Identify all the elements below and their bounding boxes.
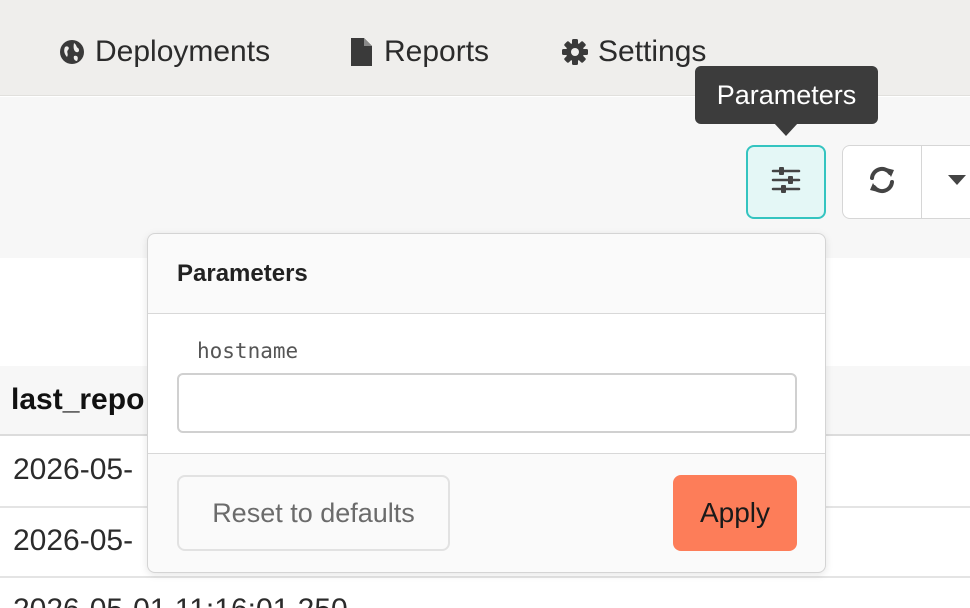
column-header-last-report[interactable]: last_repo (11, 383, 144, 417)
hostname-input[interactable] (177, 373, 797, 433)
table-cell: 2026-05- (13, 524, 134, 557)
refresh-button-group (842, 145, 970, 219)
nav-reports-label: Reports (384, 35, 490, 68)
nav-settings[interactable]: Settings (560, 30, 706, 74)
hostname-label: hostname (197, 339, 299, 363)
parameters-button[interactable] (746, 145, 826, 219)
parameters-tooltip: Parameters (695, 66, 878, 124)
refresh-options-dropdown[interactable] (923, 146, 970, 218)
row-divider (0, 576, 970, 578)
refresh-icon (867, 165, 897, 200)
document-icon (346, 37, 376, 67)
gear-icon (560, 37, 590, 67)
caret-down-icon (947, 173, 967, 191)
sliders-icon (771, 166, 801, 199)
table-cell: 2026-05-01 11:16:01.250 (13, 593, 348, 608)
table-cell: 2026-05- (13, 453, 134, 486)
apply-button[interactable]: Apply (673, 475, 797, 551)
refresh-button[interactable] (843, 146, 922, 218)
nav-deployments-label: Deployments (95, 35, 271, 68)
nav-deployments[interactable]: Deployments (57, 30, 270, 74)
divider (148, 453, 825, 454)
reset-to-defaults-button[interactable]: Reset to defaults (177, 475, 450, 551)
tooltip-arrow (774, 123, 798, 136)
nav-reports[interactable]: Reports (346, 30, 489, 74)
globe-icon (57, 37, 87, 67)
popover-title: Parameters (177, 260, 308, 287)
parameters-popover: Parameters hostname Reset to defaults Ap… (147, 233, 826, 573)
nav-settings-label: Settings (598, 35, 707, 68)
